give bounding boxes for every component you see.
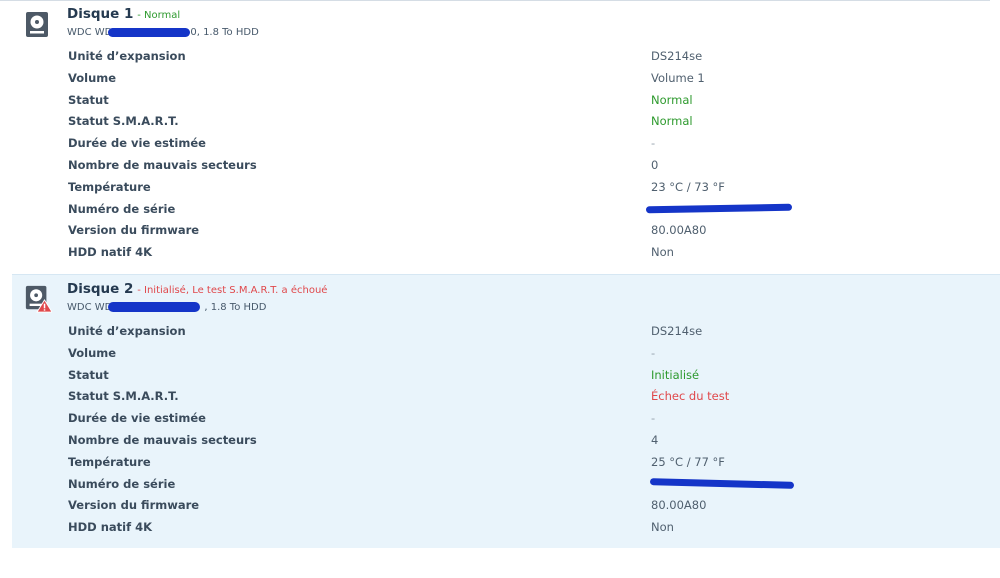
disk-name: Disque 1 — [67, 6, 134, 22]
hard-disk-icon — [26, 12, 48, 37]
detail-row: Version du firmware 80.00A80 — [68, 495, 1000, 517]
detail-row: Température 25 °C / 77 °F — [68, 452, 1000, 474]
detail-label: HDD natif 4K — [68, 245, 153, 260]
model-prefix: WDC WD — [67, 302, 113, 313]
detail-label: Statut S.M.A.R.T. — [68, 389, 179, 404]
detail-row: Unité d’expansion DS214se — [68, 46, 1000, 68]
detail-label: Nombre de mauvais secteurs — [68, 157, 257, 172]
detail-label: Statut — [68, 92, 109, 107]
disk-1-panel[interactable]: Disque 1 - Normal WDC WD 0, 1.8 To HDD Un… — [12, 1, 1000, 269]
redaction-mark — [645, 203, 793, 213]
detail-value: DS214se — [651, 49, 703, 63]
detail-label: Numéro de série — [68, 476, 176, 491]
disk-2-panel[interactable]: Disque 2 - Initialisé, Le test S.M.A.R.T… — [12, 274, 1000, 548]
detail-value: - — [651, 136, 656, 151]
detail-value: Échec du test — [651, 389, 730, 404]
disk-name: Disque 2 — [67, 281, 134, 297]
detail-row: Version du firmware 80.00A80 — [68, 220, 1000, 242]
detail-row: Numéro de série — [68, 199, 1000, 221]
detail-row: Statut S.M.A.R.T. Échec du test — [68, 386, 1000, 408]
detail-value: 23 °C / 73 °F — [651, 179, 725, 194]
detail-label: Durée de vie estimée — [68, 411, 206, 426]
model-suffix: , 1.8 To HDD — [204, 302, 267, 313]
detail-label: Unité d’expansion — [68, 49, 186, 63]
detail-label: Version du firmware — [68, 498, 200, 513]
detail-value: 0 — [651, 157, 659, 172]
detail-label: Nombre de mauvais secteurs — [68, 432, 257, 447]
disk-1-details: Unité d’expansion DS214se Volume Volume 1 … — [68, 46, 1000, 264]
disk-status: - Initialisé, Le test S.M.A.R.T. a échou… — [137, 285, 328, 296]
detail-label: Volume — [68, 345, 117, 360]
detail-row: Numéro de série — [68, 474, 1000, 496]
detail-row: Nombre de mauvais secteurs 4 — [68, 430, 1000, 452]
detail-label: Température — [68, 179, 151, 194]
detail-value: 4 — [651, 432, 659, 447]
hard-disk-warning-icon — [25, 285, 52, 313]
detail-row: Unité d’expansion DS214se — [68, 321, 1000, 343]
redaction-mark — [649, 477, 795, 489]
detail-row: Statut Initialisé — [68, 365, 1000, 387]
detail-value: 25 °C / 77 °F — [651, 454, 725, 469]
detail-row: Volume - — [68, 343, 1000, 365]
detail-row: Volume Volume 1 — [68, 68, 1000, 90]
detail-value: - — [651, 411, 656, 426]
detail-row: Température 23 °C / 73 °F — [68, 177, 1000, 199]
redaction-mark — [108, 302, 201, 312]
detail-value: Non — [651, 245, 674, 260]
detail-value: - — [651, 345, 656, 360]
detail-value: DS214se — [651, 324, 703, 338]
detail-value: Initialisé — [651, 367, 700, 382]
detail-label: Version du firmware — [68, 223, 200, 238]
detail-row: Durée de vie estimée - — [68, 133, 1000, 155]
redaction-mark — [108, 27, 191, 37]
detail-value: Volume 1 — [651, 70, 705, 85]
detail-value: 80.00A80 — [651, 223, 707, 238]
detail-label: HDD natif 4K — [68, 520, 153, 535]
model-prefix: WDC WD — [67, 27, 113, 38]
detail-value: Non — [651, 520, 674, 535]
model-suffix: 0, 1.8 To HDD — [190, 27, 259, 38]
detail-value: Normal — [651, 114, 693, 129]
detail-label: Volume — [68, 70, 117, 85]
detail-row: HDD natif 4K Non — [68, 242, 1000, 264]
detail-label: Numéro de série — [68, 201, 176, 216]
disk-model: WDC WD , 1.8 To HDD — [67, 302, 266, 313]
detail-value: 80.00A80 — [651, 498, 707, 513]
detail-label: Température — [68, 454, 151, 469]
detail-value: Normal — [651, 92, 693, 107]
detail-row: Statut Normal — [68, 90, 1000, 112]
disk-2-title: Disque 2 - Initialisé, Le test S.M.A.R.T… — [67, 281, 327, 297]
detail-label: Statut S.M.A.R.T. — [68, 114, 179, 129]
detail-label: Statut — [68, 367, 109, 382]
disk-status: - Normal — [137, 10, 181, 21]
detail-label: Durée de vie estimée — [68, 136, 206, 151]
detail-row: Statut S.M.A.R.T. Normal — [68, 111, 1000, 133]
disk-2-details: Unité d’expansion DS214se Volume - Statut I… — [68, 321, 1000, 539]
detail-row: Durée de vie estimée - — [68, 408, 1000, 430]
disk-1-title: Disque 1 - Normal — [67, 6, 180, 22]
detail-row: Nombre de mauvais secteurs 0 — [68, 155, 1000, 177]
disk-model: WDC WD 0, 1.8 To HDD — [67, 27, 259, 38]
detail-label: Unité d’expansion — [68, 324, 186, 338]
detail-row: HDD natif 4K Non — [68, 517, 1000, 539]
